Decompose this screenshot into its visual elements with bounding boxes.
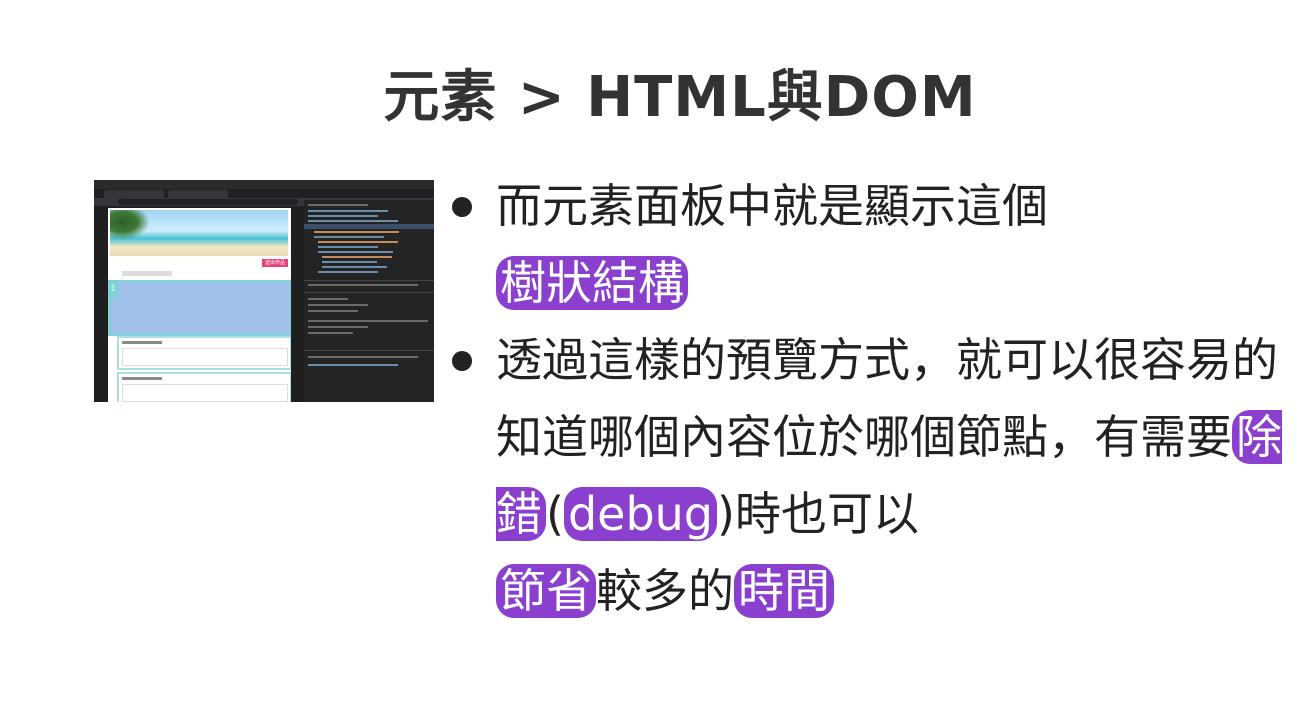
- step-badge: 1: [108, 280, 118, 298]
- form-card: [117, 372, 291, 402]
- highlight-term: 樹狀結構: [496, 256, 688, 310]
- bullet-list: 而元素面板中就是顯示這個 樹狀結構 透過這樣的預覽方式，就可以很容易的知道哪個內…: [452, 168, 1302, 630]
- bullet-item: 而元素面板中就是顯示這個 樹狀結構: [452, 168, 1302, 322]
- webpage-preview: 送出作品 1: [108, 208, 291, 402]
- bullet-dot-icon: [452, 197, 472, 217]
- devtools-screenshot: 送出作品 1: [94, 180, 434, 402]
- bullet-text: )時也可以: [717, 487, 919, 541]
- highlight-term: 節省: [496, 564, 596, 618]
- submit-button: 送出作品: [262, 259, 288, 267]
- highlight-term: debug: [563, 487, 718, 541]
- bullet-text: (: [546, 487, 564, 541]
- bullet-dot-icon: [452, 351, 472, 371]
- slide-title: 元素 > HTML與DOM: [383, 65, 977, 130]
- mac-menubar: [94, 180, 434, 189]
- bullet-text: 較多的: [596, 564, 734, 618]
- bullet-text: 而元素面板中就是顯示這個: [496, 179, 1048, 233]
- selected-element-highlight: [108, 280, 291, 336]
- beach-image: [110, 210, 288, 256]
- bullet-item: 透過這樣的預覽方式，就可以很容易的知道哪個內容位於哪個節點，有需要除錯(debu…: [452, 322, 1302, 630]
- devtools-panel: [304, 200, 434, 402]
- highlight-term: 時間: [734, 564, 834, 618]
- form-card: [117, 336, 291, 370]
- browser-tabs: [94, 189, 434, 198]
- bullet-text: 透過這樣的預覽方式，就可以很容易的知道哪個內容位於哪個節點，有需要: [496, 333, 1278, 464]
